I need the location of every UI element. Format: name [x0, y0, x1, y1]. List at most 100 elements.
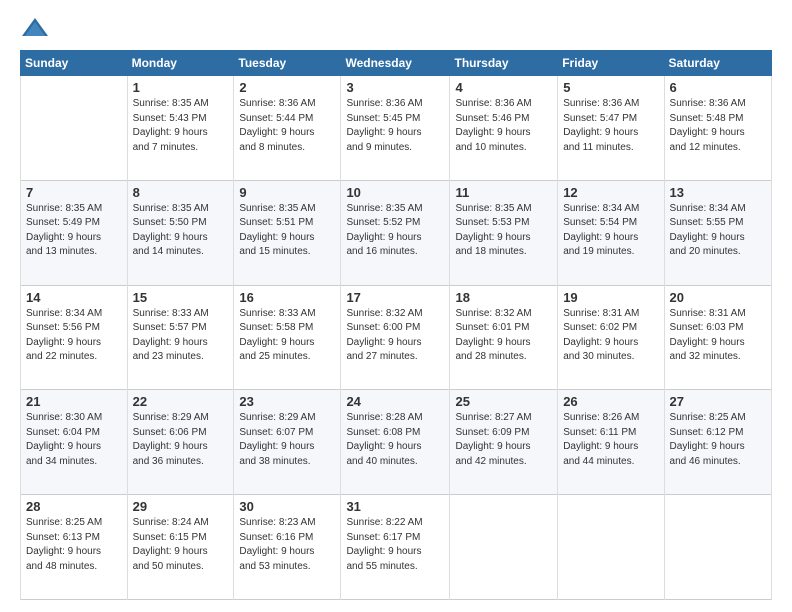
- day-number: 23: [239, 394, 335, 409]
- day-info: Sunrise: 8:35 AM Sunset: 5:49 PM Dayligh…: [26, 202, 122, 260]
- weekday-friday: Friday: [558, 51, 664, 76]
- calendar-cell: 31 Sunrise: 8:22 AM Sunset: 6:17 PM Dayli…: [341, 495, 450, 600]
- day-info: Sunrise: 8:35 AM Sunset: 5:52 PM Dayligh…: [346, 202, 444, 260]
- calendar-cell: 18Sunrise: 8:32 AM Sunset: 6:01 PM Dayli…: [450, 285, 558, 390]
- calendar-cell: 3 Sunrise: 8:36 AM Sunset: 5:45 PM Daylig…: [341, 76, 450, 181]
- day-info: Sunrise: 8:32 AM Sunset: 6:00 PM Dayligh…: [346, 307, 444, 365]
- day-info: Sunrise: 8:35 AM Sunset: 5:43 PM Dayligh…: [133, 97, 229, 155]
- day-number: 27: [670, 394, 766, 409]
- day-number: 12: [563, 185, 658, 200]
- calendar-cell: 17 Sunrise: 8:32 AM Sunset: 6:00 PM Dayli…: [341, 285, 450, 390]
- day-info: Sunrise: 8:34 AM Sunset: 5:54 PM Dayligh…: [563, 202, 658, 260]
- day-number: 3: [346, 80, 444, 95]
- calendar-cell: 9 Sunrise: 8:35 AM Sunset: 5:51 PM Daylig…: [234, 180, 341, 285]
- day-info: Sunrise: 8:36 AM Sunset: 5:44 PM Dayligh…: [239, 97, 335, 155]
- weekday-wednesday: Wednesday: [341, 51, 450, 76]
- calendar-cell: 12 Sunrise: 8:34 AM Sunset: 5:54 PM Dayli…: [558, 180, 664, 285]
- calendar-cell: 8 Sunrise: 8:35 AM Sunset: 5:50 PM Daylig…: [127, 180, 234, 285]
- day-info: Sunrise: 8:26 AM Sunset: 6:11 PM Dayligh…: [563, 411, 658, 469]
- logo-icon: [20, 16, 50, 40]
- day-info: Sunrise: 8:33 AM Sunset: 5:58 PM Dayligh…: [239, 307, 335, 365]
- calendar-cell: 27 Sunrise: 8:25 AM Sunset: 6:12 PM Dayli…: [664, 390, 771, 495]
- day-number: 15: [133, 290, 229, 305]
- weekday-monday: Monday: [127, 51, 234, 76]
- day-info: Sunrise: 8:32 AM Sunset: 6:01 PM Dayligh…: [455, 307, 552, 365]
- calendar-cell: [450, 495, 558, 600]
- day-number: 19: [563, 290, 658, 305]
- day-number: 14: [26, 290, 122, 305]
- day-number: 16: [239, 290, 335, 305]
- day-info: Sunrise: 8:35 AM Sunset: 5:51 PM Dayligh…: [239, 202, 335, 260]
- day-number: 21: [26, 394, 122, 409]
- day-number: 4: [455, 80, 552, 95]
- calendar-cell: 20 Sunrise: 8:31 AM Sunset: 6:03 PM Dayli…: [664, 285, 771, 390]
- day-info: Sunrise: 8:36 AM Sunset: 5:47 PM Dayligh…: [563, 97, 658, 155]
- weekday-tuesday: Tuesday: [234, 51, 341, 76]
- calendar-cell: 10 Sunrise: 8:35 AM Sunset: 5:52 PM Dayli…: [341, 180, 450, 285]
- calendar-cell: 1 Sunrise: 8:35 AM Sunset: 5:43 PM Daylig…: [127, 76, 234, 181]
- calendar-cell: 25 Sunrise: 8:27 AM Sunset: 6:09 PM Dayli…: [450, 390, 558, 495]
- calendar-cell: 15 Sunrise: 8:33 AM Sunset: 5:57 PM Dayli…: [127, 285, 234, 390]
- day-number: 1: [133, 80, 229, 95]
- day-info: Sunrise: 8:36 AM Sunset: 5:45 PM Dayligh…: [346, 97, 444, 155]
- weekday-header-row: SundayMondayTuesdayWednesdayThursdayFrid…: [21, 51, 772, 76]
- calendar-table: SundayMondayTuesdayWednesdayThursdayFrid…: [20, 50, 772, 600]
- day-info: Sunrise: 8:29 AM Sunset: 6:07 PM Dayligh…: [239, 411, 335, 469]
- day-info: Sunrise: 8:25 AM Sunset: 6:12 PM Dayligh…: [670, 411, 766, 469]
- week-row-3: 14 Sunrise: 8:34 AM Sunset: 5:56 PM Dayli…: [21, 285, 772, 390]
- day-info: Sunrise: 8:36 AM Sunset: 5:46 PM Dayligh…: [455, 97, 552, 155]
- week-row-2: 7 Sunrise: 8:35 AM Sunset: 5:49 PM Daylig…: [21, 180, 772, 285]
- day-number: 17: [346, 290, 444, 305]
- day-info: Sunrise: 8:23 AM Sunset: 6:16 PM Dayligh…: [239, 516, 335, 574]
- day-number: 9: [239, 185, 335, 200]
- week-row-1: 1 Sunrise: 8:35 AM Sunset: 5:43 PM Daylig…: [21, 76, 772, 181]
- day-number: 25: [455, 394, 552, 409]
- calendar-cell: 4 Sunrise: 8:36 AM Sunset: 5:46 PM Daylig…: [450, 76, 558, 181]
- calendar-cell: 13 Sunrise: 8:34 AM Sunset: 5:55 PM Dayli…: [664, 180, 771, 285]
- calendar-cell: 24Sunrise: 8:28 AM Sunset: 6:08 PM Dayli…: [341, 390, 450, 495]
- calendar-cell: 14 Sunrise: 8:34 AM Sunset: 5:56 PM Dayli…: [21, 285, 128, 390]
- day-number: 8: [133, 185, 229, 200]
- calendar-cell: 23 Sunrise: 8:29 AM Sunset: 6:07 PM Dayli…: [234, 390, 341, 495]
- calendar-cell: 6Sunrise: 8:36 AM Sunset: 5:48 PM Daylig…: [664, 76, 771, 181]
- day-info: Sunrise: 8:28 AM Sunset: 6:08 PM Dayligh…: [346, 411, 444, 469]
- day-number: 26: [563, 394, 658, 409]
- day-number: 7: [26, 185, 122, 200]
- calendar-cell: [558, 495, 664, 600]
- calendar-cell: 30Sunrise: 8:23 AM Sunset: 6:16 PM Dayli…: [234, 495, 341, 600]
- day-info: Sunrise: 8:31 AM Sunset: 6:02 PM Dayligh…: [563, 307, 658, 365]
- calendar-cell: 19 Sunrise: 8:31 AM Sunset: 6:02 PM Dayli…: [558, 285, 664, 390]
- day-number: 31: [346, 499, 444, 514]
- day-info: Sunrise: 8:22 AM Sunset: 6:17 PM Dayligh…: [346, 516, 444, 574]
- day-info: Sunrise: 8:34 AM Sunset: 5:55 PM Dayligh…: [670, 202, 766, 260]
- day-number: 22: [133, 394, 229, 409]
- weekday-saturday: Saturday: [664, 51, 771, 76]
- logo: [20, 16, 54, 40]
- day-info: Sunrise: 8:35 AM Sunset: 5:50 PM Dayligh…: [133, 202, 229, 260]
- day-info: Sunrise: 8:31 AM Sunset: 6:03 PM Dayligh…: [670, 307, 766, 365]
- day-info: Sunrise: 8:33 AM Sunset: 5:57 PM Dayligh…: [133, 307, 229, 365]
- weekday-thursday: Thursday: [450, 51, 558, 76]
- calendar-cell: 28Sunrise: 8:25 AM Sunset: 6:13 PM Dayli…: [21, 495, 128, 600]
- day-number: 20: [670, 290, 766, 305]
- day-info: Sunrise: 8:27 AM Sunset: 6:09 PM Dayligh…: [455, 411, 552, 469]
- day-number: 2: [239, 80, 335, 95]
- calendar-cell: 22Sunrise: 8:29 AM Sunset: 6:06 PM Dayli…: [127, 390, 234, 495]
- calendar-cell: 29Sunrise: 8:24 AM Sunset: 6:15 PM Dayli…: [127, 495, 234, 600]
- weekday-sunday: Sunday: [21, 51, 128, 76]
- day-number: 13: [670, 185, 766, 200]
- calendar-cell: 5 Sunrise: 8:36 AM Sunset: 5:47 PM Daylig…: [558, 76, 664, 181]
- day-number: 10: [346, 185, 444, 200]
- day-number: 5: [563, 80, 658, 95]
- calendar-cell: 26 Sunrise: 8:26 AM Sunset: 6:11 PM Dayli…: [558, 390, 664, 495]
- day-info: Sunrise: 8:30 AM Sunset: 6:04 PM Dayligh…: [26, 411, 122, 469]
- calendar-page: SundayMondayTuesdayWednesdayThursdayFrid…: [0, 0, 792, 612]
- calendar-cell: [21, 76, 128, 181]
- day-number: 29: [133, 499, 229, 514]
- day-info: Sunrise: 8:34 AM Sunset: 5:56 PM Dayligh…: [26, 307, 122, 365]
- day-number: 6: [670, 80, 766, 95]
- week-row-4: 21 Sunrise: 8:30 AM Sunset: 6:04 PM Dayli…: [21, 390, 772, 495]
- day-number: 28: [26, 499, 122, 514]
- calendar-cell: 16 Sunrise: 8:33 AM Sunset: 5:58 PM Dayli…: [234, 285, 341, 390]
- calendar-cell: 21 Sunrise: 8:30 AM Sunset: 6:04 PM Dayli…: [21, 390, 128, 495]
